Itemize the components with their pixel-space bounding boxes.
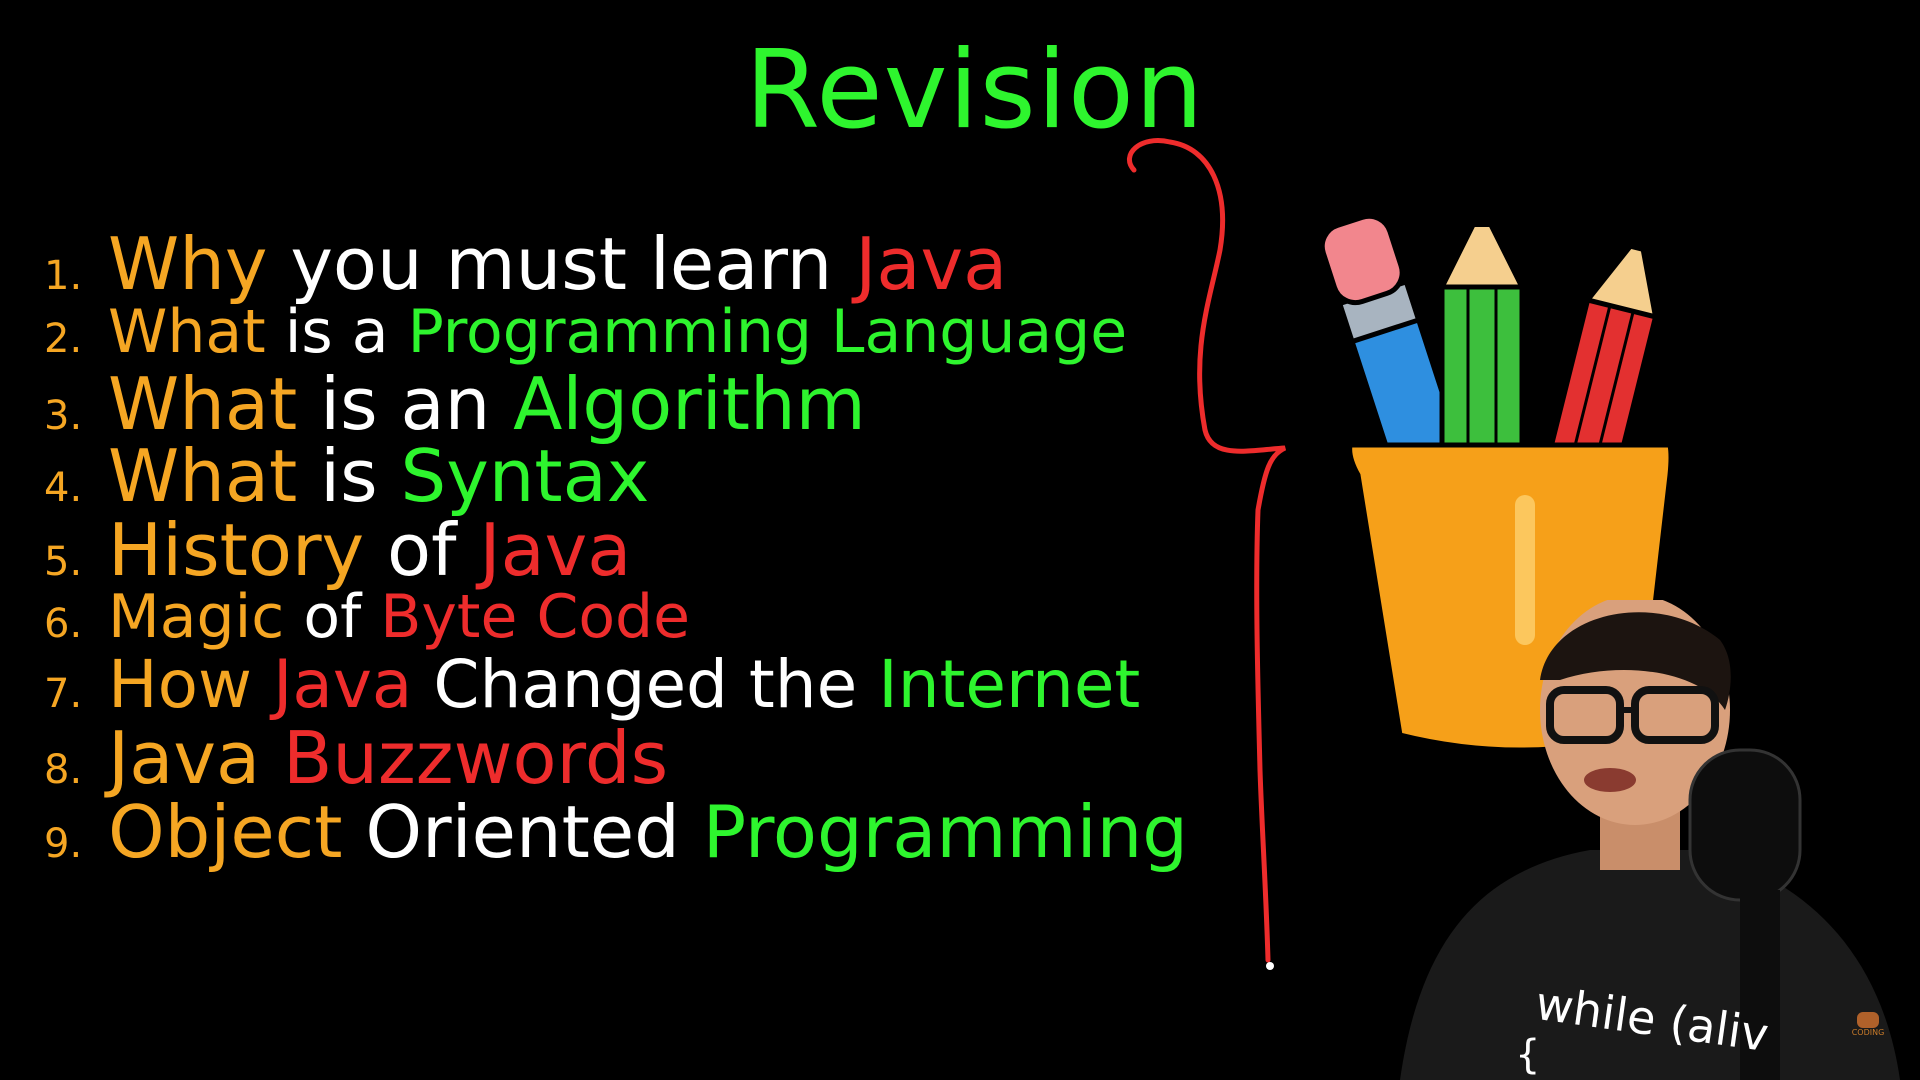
topic-text-segment: Programming Language xyxy=(407,297,1128,367)
topic-number: 4. xyxy=(44,465,83,511)
topic-text-segment: Syntax xyxy=(400,434,650,518)
shirt-print-brace: { xyxy=(1515,1032,1541,1078)
channel-logo-text: CODING xyxy=(1851,1028,1885,1037)
topic-text-segment: you must learn xyxy=(267,222,856,306)
topic-item: 5. History of Java xyxy=(44,508,631,592)
topic-text-segment: Buzzwords xyxy=(282,716,669,800)
topic-text-segment: History xyxy=(108,508,365,592)
topic-text-segment: What xyxy=(108,434,298,518)
topic-text-segment: Changed the xyxy=(412,646,879,723)
topic-number: 8. xyxy=(44,747,83,793)
topic-text-segment: of xyxy=(284,582,381,652)
topic-text-segment: is xyxy=(297,434,401,518)
topic-text-segment: of xyxy=(364,508,480,592)
topic-number: 7. xyxy=(44,671,83,717)
topic-item: 6. Magic of Byte Code xyxy=(44,582,690,652)
topic-text-segment: Byte Code xyxy=(380,582,691,652)
topic-text-segment: Java xyxy=(855,222,1008,306)
topic-text-segment: Oriented xyxy=(342,790,703,874)
topic-number: 5. xyxy=(44,539,83,585)
topic-number: 9. xyxy=(44,821,83,867)
topic-item: 1. Why you must learn Java xyxy=(44,222,1007,306)
topic-number: 6. xyxy=(44,601,83,647)
channel-logo-mark xyxy=(1857,1012,1879,1028)
topic-item: 8. Java Buzzwords xyxy=(44,716,668,800)
topic-text-segment: is a xyxy=(265,297,408,367)
red-brace-drawing xyxy=(1126,138,1287,970)
topic-text-segment: Programming xyxy=(702,790,1188,874)
topic-number: 1. xyxy=(44,253,83,299)
topic-text-segment: Java xyxy=(108,716,283,800)
topic-text-segment: Java xyxy=(479,508,632,592)
topic-item: 4. What is Syntax xyxy=(44,434,649,518)
topic-number: 2. xyxy=(44,316,83,362)
channel-logo: CODING xyxy=(1848,1012,1888,1042)
topic-text-segment: What xyxy=(108,297,266,367)
topic-item: 9. Object Oriented Programming xyxy=(44,790,1188,874)
topic-text-segment: Why xyxy=(108,222,268,306)
topic-text-segment: Internet xyxy=(878,646,1141,723)
topic-text-segment: Java xyxy=(272,646,413,723)
topic-number: 3. xyxy=(44,393,83,439)
topic-text-segment: Magic xyxy=(108,582,285,652)
topic-item: 7. How Java Changed the Internet xyxy=(44,646,1140,723)
topic-item: 2. What is a Programming Language xyxy=(44,297,1127,367)
topic-text-segment: How xyxy=(108,646,273,723)
topic-text-segment: Object xyxy=(108,790,343,874)
